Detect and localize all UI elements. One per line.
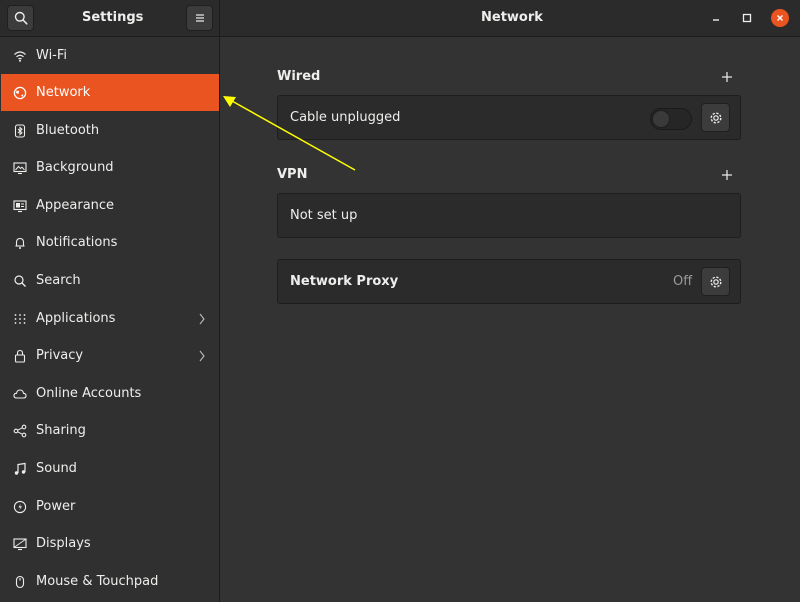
minimize-button[interactable] [707,9,725,27]
window-title: Network [481,10,543,25]
sidebar-item-label: Power [36,499,76,514]
sidebar: Wi-Fi Network Bluetooth Background Appea… [0,37,220,602]
sidebar-item-label: Applications [36,311,116,326]
display-icon [13,537,27,551]
vpn-status-row: Not set up [277,193,741,238]
main-panel: Wired Cable unplugged VPN Not set up Net… [220,37,800,602]
sidebar-item-sharing[interactable]: Sharing [1,412,219,449]
sidebar-item-online-accounts[interactable]: Online Accounts [1,375,219,412]
plus-icon [721,71,733,83]
background-icon [13,161,27,175]
search-button[interactable] [7,5,34,31]
network-icon [13,86,27,100]
gear-icon [709,275,723,289]
lock-icon [13,349,27,363]
sidebar-item-bluetooth[interactable]: Bluetooth [1,112,219,149]
wired-settings-button[interactable] [701,103,730,132]
vpn-section-title: VPN [277,167,308,182]
sidebar-item-label: Mouse & Touchpad [36,574,159,589]
header-bar: Settings Network [0,0,800,37]
sidebar-item-background[interactable]: Background [1,149,219,186]
sidebar-item-search[interactable]: Search [1,262,219,299]
power-icon [13,500,27,514]
sidebar-item-mouse-touchpad[interactable]: Mouse & Touchpad [1,563,219,600]
main-header: Network [220,0,800,37]
share-icon [13,424,27,438]
close-button[interactable] [771,9,789,27]
sidebar-item-label: Bluetooth [36,123,100,138]
search-icon [13,274,27,288]
add-wired-button[interactable] [719,69,735,85]
sidebar-item-label: Online Accounts [36,386,142,401]
sidebar-item-appearance[interactable]: Appearance [1,187,219,224]
network-proxy-row[interactable]: Network Proxy Off [277,259,741,304]
sidebar-item-power[interactable]: Power [1,488,219,525]
vpn-status-label: Not set up [290,208,358,223]
sidebar-item-label: Displays [36,536,91,551]
sidebar-item-notifications[interactable]: Notifications [1,224,219,261]
menu-button[interactable] [186,5,213,31]
sidebar-item-wifi[interactable]: Wi-Fi [1,37,219,74]
network-proxy-label: Network Proxy [290,274,399,289]
music-note-icon [13,462,27,476]
chevron-right-icon [197,312,207,326]
add-vpn-button[interactable] [719,167,735,183]
plus-icon [721,169,733,181]
hamburger-menu-icon [194,13,206,23]
proxy-settings-button[interactable] [701,267,730,296]
mouse-icon [13,575,27,589]
sidebar-item-label: Sound [36,461,77,476]
close-icon [775,13,785,23]
minimize-icon [711,13,721,23]
maximize-icon [742,13,752,23]
wired-connection-row: Cable unplugged [277,95,741,140]
sidebar-item-applications[interactable]: Applications [1,300,219,337]
sidebar-item-label: Sharing [36,423,86,438]
chevron-right-icon [197,349,207,363]
wired-connection-label: Cable unplugged [290,110,401,125]
search-icon [14,11,28,25]
sidebar-item-label: Notifications [36,235,118,250]
sidebar-title: Settings [82,10,144,25]
bell-icon [13,236,27,250]
sidebar-item-label: Appearance [36,198,115,213]
maximize-button[interactable] [738,9,756,27]
wired-toggle-switch[interactable] [650,108,692,130]
sidebar-item-sound[interactable]: Sound [1,450,219,487]
sidebar-item-label: Privacy [36,348,84,363]
sidebar-item-label: Wi-Fi [36,48,68,63]
sidebar-item-network[interactable]: Network [1,74,219,111]
sidebar-item-label: Search [36,273,81,288]
sidebar-item-label: Network [36,85,91,100]
bluetooth-icon [13,123,27,138]
sidebar-header: Settings [0,0,220,37]
toggle-knob [652,110,670,128]
sidebar-item-privacy[interactable]: Privacy [1,337,219,374]
wifi-icon [13,49,27,63]
appearance-icon [13,199,27,213]
gear-icon [709,111,723,125]
cloud-icon [13,387,27,401]
sidebar-item-displays[interactable]: Displays [1,525,219,562]
sidebar-item-label: Background [36,160,114,175]
wired-section-title: Wired [277,69,321,84]
grid-icon [13,312,27,326]
proxy-status-label: Off [673,274,693,289]
